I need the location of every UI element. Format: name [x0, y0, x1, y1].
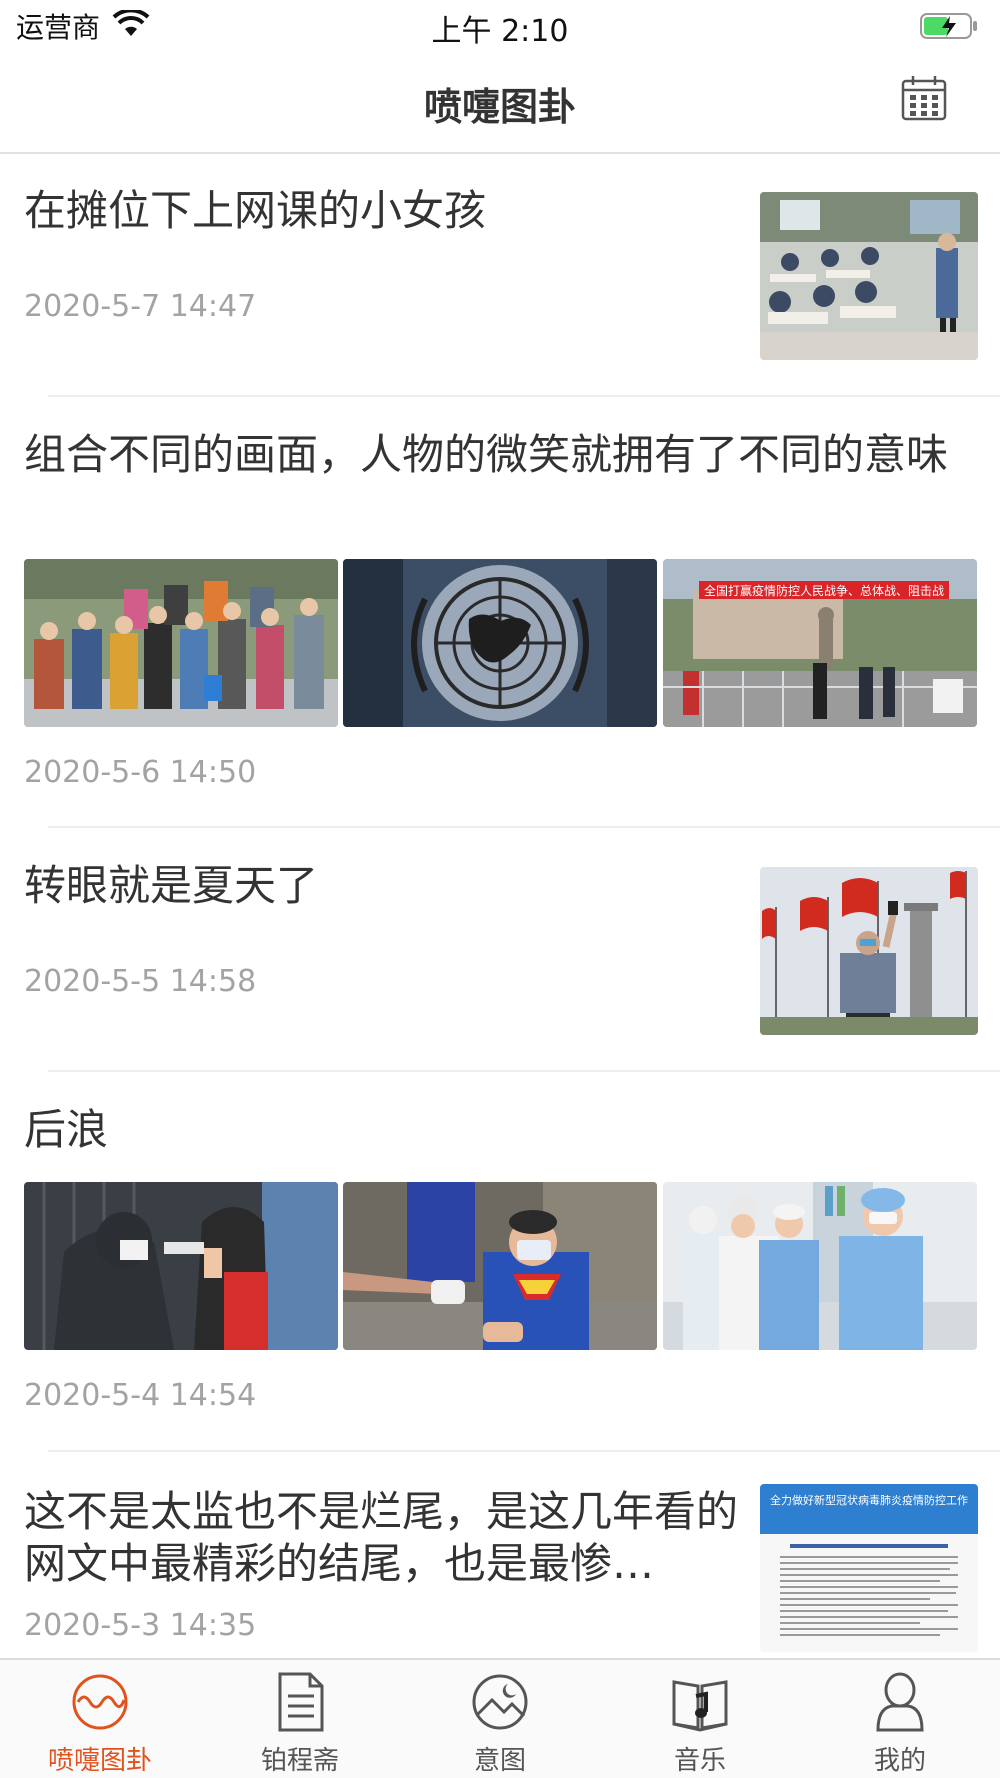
article-thumbnail [663, 1182, 977, 1350]
wave-circle-icon [72, 1674, 128, 1730]
tab-label: 铂程斋 [260, 1746, 339, 1776]
article-feed[interactable]: 在摊位下上网课的小女孩 2020-5-7 14:47 组合不同的画面，人物的微笑… [0, 155, 1000, 1655]
tab-mine[interactable]: 我的 [800, 1660, 1000, 1778]
article-item[interactable]: 转眼就是夏天了 2020-5-5 14:58 [0, 830, 1000, 1072]
divider [48, 826, 1000, 828]
tab-music[interactable]: 音乐 [600, 1660, 800, 1778]
article-date: 2020-5-3 14:35 [24, 1608, 257, 1643]
article-thumbnail: 全力做好新型冠状病毒肺炎疫情防控工作 [760, 1484, 978, 1652]
article-thumbnail: 全国打赢疫情防控人民战争、总体战、阻击战 [663, 559, 977, 727]
tab-bochengzhai[interactable]: 铂程斋 [200, 1660, 400, 1778]
article-thumbnail [24, 559, 338, 727]
article-item[interactable]: 组合不同的画面，人物的微笑就拥有了不同的意味 全国打赢疫情防控人民战争、总体战、… [0, 399, 1000, 828]
article-title: 转眼就是夏天了 [24, 861, 319, 910]
article-date: 2020-5-4 14:54 [24, 1378, 257, 1413]
picture-moon-icon [472, 1674, 528, 1730]
status-time: 上午 2:10 [431, 14, 569, 49]
tab-label: 我的 [873, 1746, 926, 1776]
article-thumbnail [760, 867, 978, 1035]
article-date: 2020-5-6 14:50 [24, 755, 257, 790]
article-thumbnail [760, 192, 978, 360]
article-title: 组合不同的画面，人物的微笑就拥有了不同的意味 [24, 430, 949, 479]
person-icon [876, 1672, 924, 1732]
article-date: 2020-5-7 14:47 [24, 289, 257, 324]
article-item[interactable]: 这不是太监也不是烂尾，是这几年看的网文中最精彩的结尾，也是最惨… 2020-5-… [0, 1454, 1000, 1655]
article-date: 2020-5-5 14:58 [24, 964, 257, 999]
divider [48, 1450, 1000, 1452]
calendar-icon[interactable] [900, 74, 948, 122]
svg-text:全国打赢疫情防控人民战争、总体战、阻击战: 全国打赢疫情防控人民战争、总体战、阻击战 [704, 583, 944, 598]
tab-label: 意图 [473, 1746, 526, 1776]
divider [48, 1070, 1000, 1072]
article-title: 这不是太监也不是烂尾，是这几年看的网文中最精彩的结尾，也是最惨… [24, 1487, 739, 1588]
page-title: 喷嚏图卦 [423, 85, 576, 129]
article-item[interactable]: 在摊位下上网课的小女孩 2020-5-7 14:47 [0, 155, 1000, 397]
article-thumbnail [343, 1182, 657, 1350]
tab-bar: 喷嚏图卦 铂程斋 意图 音乐 我的 [0, 1658, 1000, 1778]
article-item[interactable]: 后浪 2020-5-4 14:54 [0, 1074, 1000, 1452]
navigation-bar: 喷嚏图卦 [0, 50, 1000, 154]
divider [48, 395, 1000, 397]
article-title: 在摊位下上网课的小女孩 [24, 186, 487, 235]
music-book-icon [672, 1680, 728, 1732]
tab-pentitugua[interactable]: 喷嚏图卦 [0, 1660, 200, 1778]
article-thumbnail [24, 1182, 338, 1350]
svg-text:全力做好新型冠状病毒肺炎疫情防控工作: 全力做好新型冠状病毒肺炎疫情防控工作 [770, 1493, 968, 1507]
tab-label: 喷嚏图卦 [47, 1746, 152, 1776]
tab-yitu[interactable]: 意图 [400, 1660, 600, 1778]
status-bar: 运营商 上午 2:10 [0, 0, 1000, 50]
article-thumbnail [343, 559, 657, 727]
tab-label: 音乐 [673, 1746, 726, 1776]
article-title: 后浪 [24, 1105, 109, 1154]
document-icon [278, 1672, 324, 1732]
battery-charging-icon [920, 13, 977, 39]
